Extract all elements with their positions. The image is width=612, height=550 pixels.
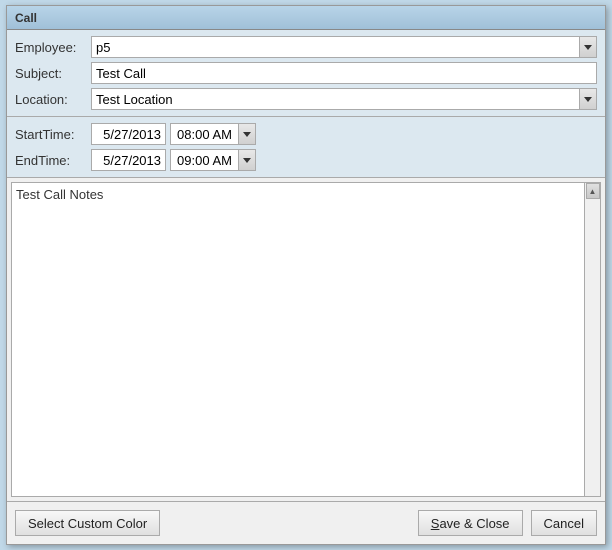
subject-label: Subject: bbox=[15, 66, 87, 81]
end-time-label: EndTime: bbox=[15, 153, 87, 168]
location-dropdown-arrow-icon bbox=[584, 97, 592, 102]
scroll-track[interactable] bbox=[585, 199, 600, 496]
start-time-dropdown-arrow-icon bbox=[243, 132, 251, 137]
scroll-up-button[interactable]: ▲ bbox=[586, 183, 600, 199]
time-area: StartTime: 5/27/2013 08:00 AM EndTime: 5… bbox=[7, 117, 605, 178]
footer-area: Select Custom Color Save & Close Cancel bbox=[7, 501, 605, 544]
save-close-label: Save & Close bbox=[431, 516, 510, 531]
employee-row: Employee: p5 bbox=[15, 36, 597, 58]
title-bar: Call bbox=[7, 6, 605, 30]
form-area: Employee: p5 Subject: Test Call Location… bbox=[7, 30, 605, 117]
end-time-row: EndTime: 5/27/2013 09:00 AM bbox=[15, 149, 597, 171]
cancel-button[interactable]: Cancel bbox=[531, 510, 597, 536]
end-date-input[interactable]: 5/27/2013 bbox=[91, 149, 166, 171]
notes-area[interactable]: Test Call Notes ▲ bbox=[11, 182, 601, 497]
end-time-dropdown-button[interactable] bbox=[238, 149, 256, 171]
notes-text: Test Call Notes bbox=[16, 187, 103, 202]
start-time-dropdown-button[interactable] bbox=[238, 123, 256, 145]
location-label: Location: bbox=[15, 92, 87, 107]
notes-scrollbar[interactable]: ▲ bbox=[584, 183, 600, 496]
subject-input[interactable]: Test Call bbox=[91, 62, 597, 84]
start-time-input[interactable]: 08:00 AM bbox=[170, 123, 238, 145]
subject-row: Subject: Test Call bbox=[15, 62, 597, 84]
select-custom-color-button[interactable]: Select Custom Color bbox=[15, 510, 160, 536]
notes-content: Test Call Notes bbox=[12, 183, 600, 496]
location-input[interactable]: Test Location bbox=[91, 88, 579, 110]
employee-label: Employee: bbox=[15, 40, 87, 55]
save-rest: ave & Close bbox=[439, 516, 509, 531]
save-close-button[interactable]: Save & Close bbox=[418, 510, 523, 536]
location-row: Location: Test Location bbox=[15, 88, 597, 110]
start-time-label: StartTime: bbox=[15, 127, 87, 142]
end-time-wrapper: 09:00 AM bbox=[170, 149, 597, 171]
employee-input[interactable]: p5 bbox=[91, 36, 579, 58]
start-time-wrapper: 08:00 AM bbox=[170, 123, 597, 145]
employee-select-wrapper: p5 bbox=[91, 36, 597, 58]
start-date-input[interactable]: 5/27/2013 bbox=[91, 123, 166, 145]
end-time-dropdown-arrow-icon bbox=[243, 158, 251, 163]
start-time-row: StartTime: 5/27/2013 08:00 AM bbox=[15, 123, 597, 145]
end-time-input[interactable]: 09:00 AM bbox=[170, 149, 238, 171]
employee-dropdown-button[interactable] bbox=[579, 36, 597, 58]
employee-dropdown-arrow-icon bbox=[584, 45, 592, 50]
call-dialog: Call Employee: p5 Subject: Test Call Loc… bbox=[6, 5, 606, 545]
window-title: Call bbox=[15, 11, 37, 25]
location-dropdown-button[interactable] bbox=[579, 88, 597, 110]
location-select-wrapper: Test Location bbox=[91, 88, 597, 110]
